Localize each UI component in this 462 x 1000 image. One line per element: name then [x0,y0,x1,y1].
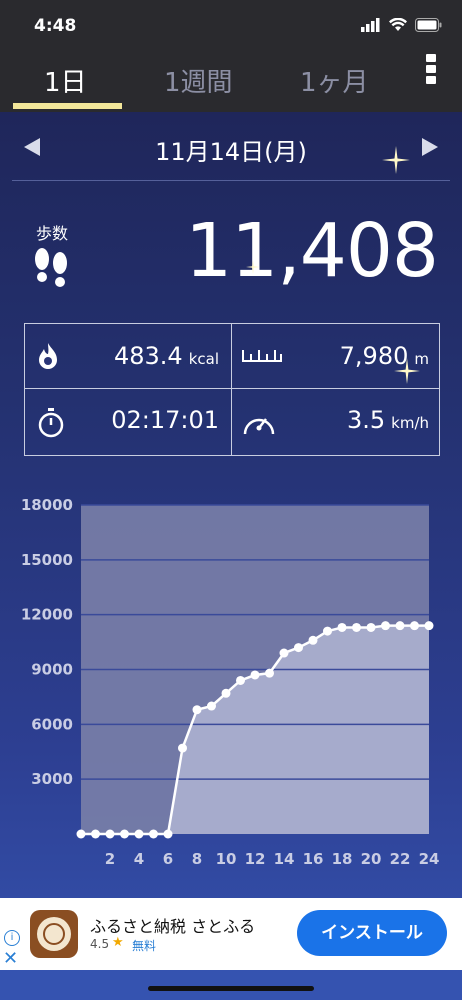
chart-point [178,743,187,753]
chart-point [424,621,434,631]
steps-value: 11,408 [185,208,439,294]
chart-point [207,701,216,711]
chart-ytick-label: 9000 [31,661,73,679]
chart-point [192,705,202,715]
fire-icon [39,343,57,369]
chart-xtick-label: 16 [303,850,324,868]
sparkle-icon [246,260,260,274]
chart-xtick-label: 8 [192,850,202,868]
chart-ytick-label: 15000 [21,551,73,569]
active-tab-indicator [13,103,122,109]
calories-stat: 483.4 kcal [114,342,219,370]
speed-stat: 3.5 km/h [347,406,429,434]
chart-point [105,829,115,839]
chart-xtick-label: 12 [245,850,266,868]
home-area [0,970,462,1000]
star-icon: ★ [112,935,124,950]
chart-ytick-label: 3000 [31,770,73,788]
chart-xtick-label: 4 [134,850,144,868]
install-button[interactable]: インストール [297,910,447,956]
next-date-icon[interactable] [420,136,440,158]
tab-day[interactable]: 1日 [44,62,87,99]
more-menu-icon[interactable] [426,54,438,86]
chart-point [163,829,173,839]
sparkle-icon [382,146,410,174]
stopwatch-icon [38,408,64,438]
status-time: 4:48 [34,16,77,36]
sparkle-icon [394,358,420,384]
ad-price: 無料 [132,939,157,953]
chart-xtick-label: 6 [163,850,173,868]
chart-point [149,829,158,839]
home-indicator[interactable] [148,986,314,991]
tab-week[interactable]: 1週間 [164,62,233,99]
speedometer-icon [243,418,275,435]
chart-point [308,635,318,645]
ad-app-icon [30,910,78,958]
ad-rating: 4.5 [90,937,110,951]
chart-xtick-label: 22 [390,850,411,868]
chart-point [410,621,419,631]
chart-point [250,670,260,680]
chart-ytick-label: 12000 [21,606,73,624]
battery-icon [415,18,442,32]
steps-label: 歩数 [36,224,69,243]
chart-point [76,829,86,839]
chart-point [120,829,129,839]
speed-value: 3.5 [346,406,386,434]
wifi-icon [389,18,407,31]
chart-xtick-label: 20 [361,850,382,868]
calories-value: 483.4 [113,342,183,370]
speed-unit: km/h [391,414,429,432]
chart-point [366,622,376,632]
signal-icon [361,18,380,32]
chart-point [134,829,144,839]
chart-point [323,626,332,636]
ad-title[interactable]: ふるさと納税 さとふる [90,913,255,937]
calories-unit: kcal [188,350,219,368]
stats-grid: 483.4 kcal 7,980 m 02:17:01 3.5 km/h [24,323,440,456]
chart-point [381,621,390,631]
chart-ytick-label: 18000 [21,496,73,514]
chart-point [265,668,274,678]
chart-point [91,829,100,839]
status-icons [361,18,442,32]
chart-ytick-label: 6000 [31,715,73,733]
chart-xtick-label: 10 [216,850,237,868]
chart-xtick-label: 2 [105,850,115,868]
ad-info-icon[interactable]: i [4,930,20,946]
chart-xtick-label: 14 [274,850,295,868]
tab-month[interactable]: 1ヶ月 [300,62,369,99]
chart-point [236,675,245,685]
chart-xtick-label: 24 [419,850,440,868]
ad-close-icon[interactable]: ✕ [3,948,18,969]
chart-point [337,622,347,632]
footprints-icon [35,248,67,287]
chart-point [279,648,289,658]
divider [12,180,450,181]
chart-point [352,622,361,632]
chart-point [221,688,231,698]
steps-chart: 3000600090001200015000180002 4 6 8 10 12 14 16 1… [21,496,440,868]
duration-value: 02:17:01 [111,406,219,434]
chart-point [395,621,405,631]
ruler-icon [242,350,282,362]
chart-xtick-label: 18 [332,850,353,868]
chart-point [294,643,303,653]
